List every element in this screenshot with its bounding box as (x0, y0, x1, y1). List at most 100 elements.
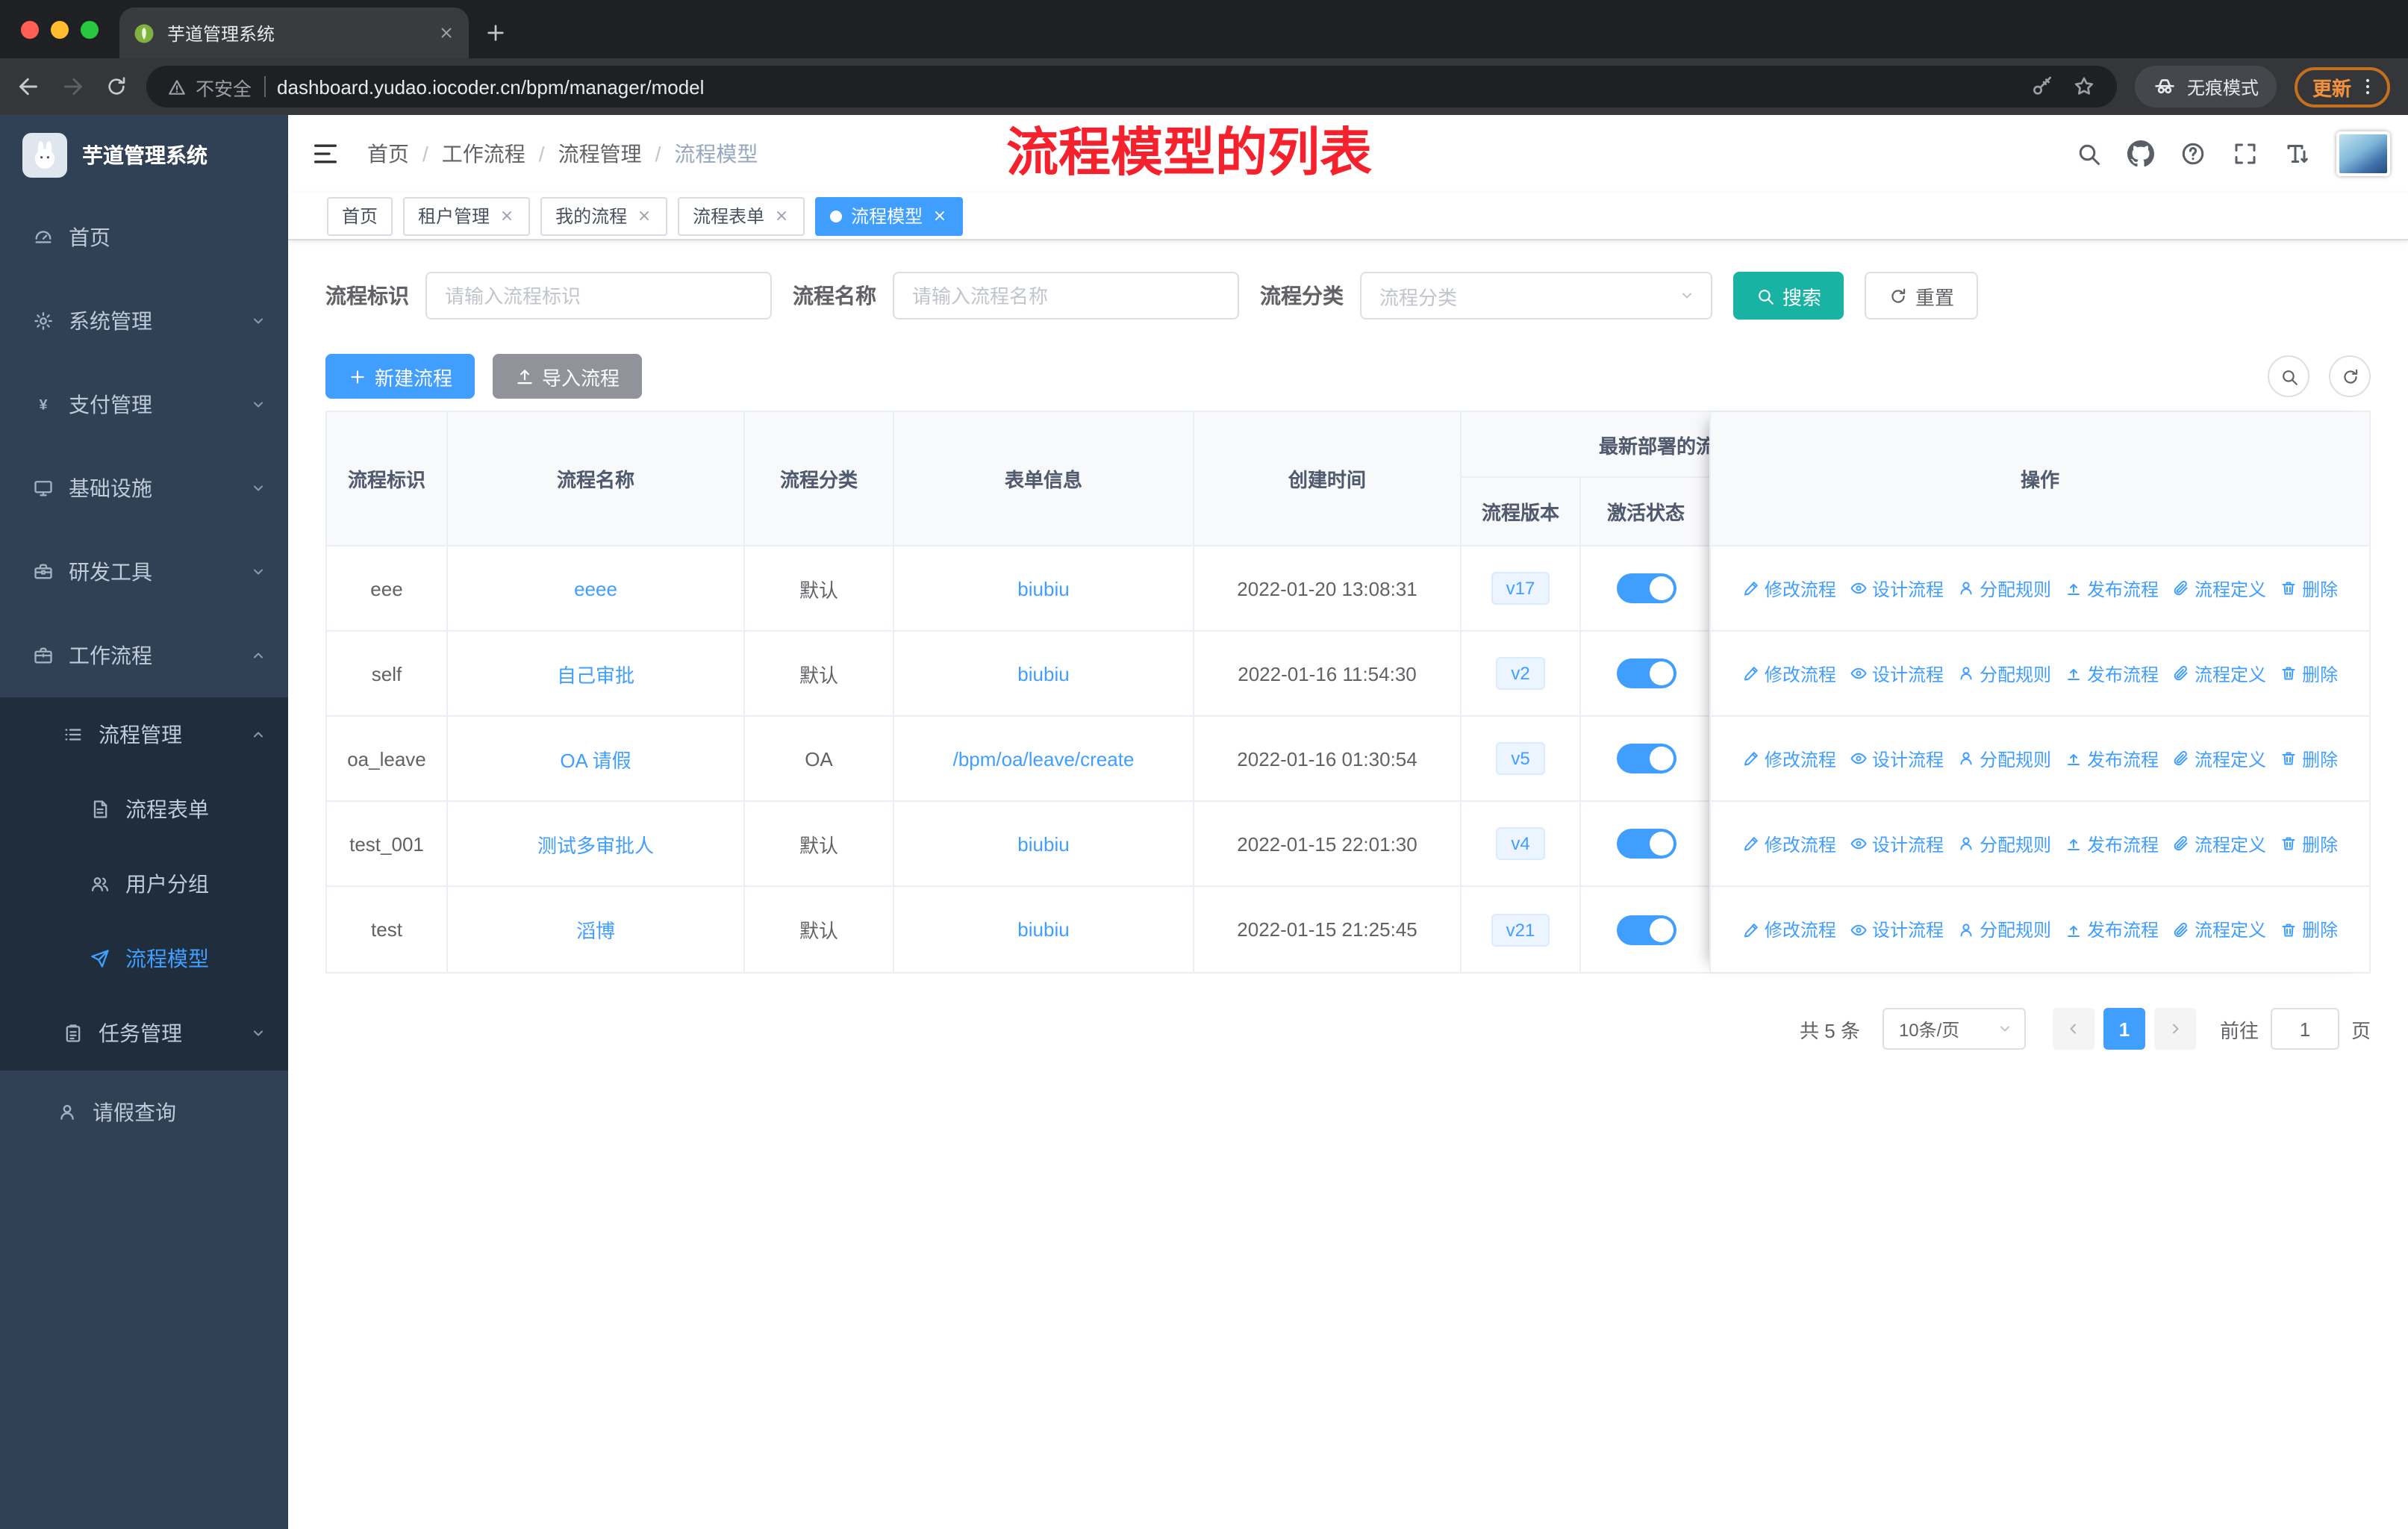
form-info-link[interactable]: biubiu (1017, 577, 1069, 600)
design-process-link[interactable]: 设计流程 (1850, 831, 1944, 856)
modify-process-link[interactable]: 修改流程 (1742, 831, 1836, 856)
back-icon[interactable] (15, 73, 42, 100)
assign-rule-link[interactable]: 分配规则 (1957, 746, 2051, 771)
avatar[interactable] (2336, 131, 2390, 176)
search-icon[interactable] (2075, 140, 2102, 167)
assign-rule-link[interactable]: 分配规则 (1957, 576, 2051, 601)
process-key-input[interactable] (425, 272, 772, 320)
process-category-select[interactable]: 流程分类 (1360, 272, 1712, 320)
search-button[interactable]: 搜索 (1733, 272, 1844, 320)
maximize-window-button[interactable] (81, 21, 99, 39)
sidebar-item-process-model[interactable]: 流程模型 (0, 921, 288, 996)
modify-process-link[interactable]: 修改流程 (1742, 917, 1836, 942)
close-icon[interactable] (499, 208, 515, 224)
font-size-icon[interactable] (2284, 140, 2311, 167)
form-info-link[interactable]: biubiu (1017, 918, 1069, 941)
delete-process-link[interactable]: 删除 (2280, 831, 2338, 856)
process-name-link[interactable]: 测试多审批人 (537, 829, 654, 858)
close-icon[interactable] (932, 208, 948, 224)
process-definition-link[interactable]: 流程定义 (2172, 746, 2266, 771)
sidebar-item-payment-management[interactable]: 支付管理 (0, 363, 288, 446)
assign-rule-link[interactable]: 分配规则 (1957, 831, 2051, 856)
delete-process-link[interactable]: 删除 (2280, 746, 2338, 771)
address-field[interactable]: 不安全 dashboard.yudao.iocoder.cn/bpm/manag… (146, 66, 2117, 108)
form-info-link[interactable]: /bpm/oa/leave/create (953, 747, 1135, 770)
goto-page-input[interactable] (2270, 1008, 2339, 1050)
design-process-link[interactable]: 设计流程 (1850, 661, 1944, 686)
delete-process-link[interactable]: 删除 (2280, 576, 2338, 601)
close-window-button[interactable] (21, 21, 39, 39)
assign-rule-link[interactable]: 分配规则 (1957, 661, 2051, 686)
active-toggle[interactable] (1616, 744, 1676, 773)
import-process-button[interactable]: 导入流程 (493, 354, 643, 399)
design-process-link[interactable]: 设计流程 (1850, 746, 1944, 771)
browser-menu-icon[interactable] (2357, 76, 2378, 97)
reset-button[interactable]: 重置 (1865, 272, 1979, 320)
sidebar-item-process-management[interactable]: 流程管理 (0, 697, 288, 772)
forward-icon[interactable] (60, 73, 87, 100)
design-process-link[interactable]: 设计流程 (1850, 576, 1944, 601)
close-icon[interactable] (773, 208, 790, 224)
minimize-window-button[interactable] (51, 21, 69, 39)
reload-icon[interactable] (105, 75, 128, 99)
security-chip[interactable]: 不安全 (167, 72, 252, 101)
breadcrumb-item[interactable]: 工作流程 (409, 139, 525, 169)
form-info-link[interactable]: biubiu (1017, 832, 1069, 855)
tag-process-model[interactable]: 流程模型 (815, 196, 964, 235)
sidebar-item-process-form[interactable]: 流程表单 (0, 772, 288, 847)
active-toggle[interactable] (1616, 573, 1676, 603)
publish-process-link[interactable]: 发布流程 (2065, 831, 2159, 856)
tag-process-form[interactable]: 流程表单 (678, 196, 805, 235)
modify-process-link[interactable]: 修改流程 (1742, 661, 1836, 686)
page-1-button[interactable]: 1 (2103, 1008, 2145, 1050)
publish-process-link[interactable]: 发布流程 (2065, 917, 2159, 942)
delete-process-link[interactable]: 删除 (2280, 917, 2338, 942)
browser-tab[interactable]: 芋道管理系统 (119, 7, 469, 58)
process-name-link[interactable]: 自己审批 (557, 659, 634, 688)
refresh-table-button[interactable] (2329, 355, 2371, 397)
sidebar-item-task-management[interactable]: 任务管理 (0, 996, 288, 1071)
new-tab-icon[interactable] (484, 21, 508, 45)
process-name-input[interactable] (893, 272, 1239, 320)
process-definition-link[interactable]: 流程定义 (2172, 661, 2266, 686)
tag-my-process[interactable]: 我的流程 (540, 196, 668, 235)
tab-close-icon[interactable] (437, 24, 455, 42)
publish-process-link[interactable]: 发布流程 (2065, 661, 2159, 686)
app-logo[interactable]: 芋道管理系统 (0, 115, 288, 196)
browser-update-button[interactable]: 更新 (2294, 66, 2390, 107)
help-icon[interactable] (2180, 140, 2206, 167)
process-definition-link[interactable]: 流程定义 (2172, 917, 2266, 942)
tag-tenant-management[interactable]: 租户管理 (403, 196, 531, 235)
delete-process-link[interactable]: 删除 (2280, 661, 2338, 686)
form-info-link[interactable]: biubiu (1017, 662, 1069, 685)
key-icon[interactable] (2030, 75, 2054, 99)
github-icon[interactable] (2127, 140, 2154, 167)
fullscreen-icon[interactable] (2232, 140, 2259, 167)
breadcrumb-item[interactable]: 首页 (367, 139, 409, 169)
process-name-link[interactable]: 滔博 (576, 915, 615, 944)
toggle-search-button[interactable] (2268, 355, 2309, 397)
tag-home[interactable]: 首页 (327, 196, 393, 235)
create-process-button[interactable]: 新建流程 (325, 354, 475, 399)
active-toggle[interactable] (1616, 658, 1676, 688)
prev-page-button[interactable] (2052, 1008, 2094, 1050)
sidebar-item-infrastructure[interactable]: 基础设施 (0, 446, 288, 530)
next-page-button[interactable] (2153, 1008, 2196, 1050)
sidebar-item-system-management[interactable]: 系统管理 (0, 279, 288, 363)
active-toggle[interactable] (1616, 829, 1676, 859)
hamburger-icon[interactable] (311, 139, 340, 169)
sidebar-item-leave-query[interactable]: 请假查询 (0, 1071, 288, 1154)
process-definition-link[interactable]: 流程定义 (2172, 576, 2266, 601)
breadcrumb-item[interactable]: 流程管理 (525, 139, 642, 169)
design-process-link[interactable]: 设计流程 (1850, 917, 1944, 942)
page-size-select[interactable]: 10条/页 (1882, 1008, 2026, 1050)
active-toggle[interactable] (1616, 915, 1676, 944)
process-name-link[interactable]: OA 请假 (560, 744, 631, 773)
assign-rule-link[interactable]: 分配规则 (1957, 917, 2051, 942)
close-icon[interactable] (636, 208, 652, 224)
process-name-link[interactable]: eeee (574, 577, 617, 600)
publish-process-link[interactable]: 发布流程 (2065, 576, 2159, 601)
process-definition-link[interactable]: 流程定义 (2172, 831, 2266, 856)
bookmark-star-icon[interactable] (2072, 75, 2096, 99)
sidebar-item-home[interactable]: 首页 (0, 196, 288, 279)
